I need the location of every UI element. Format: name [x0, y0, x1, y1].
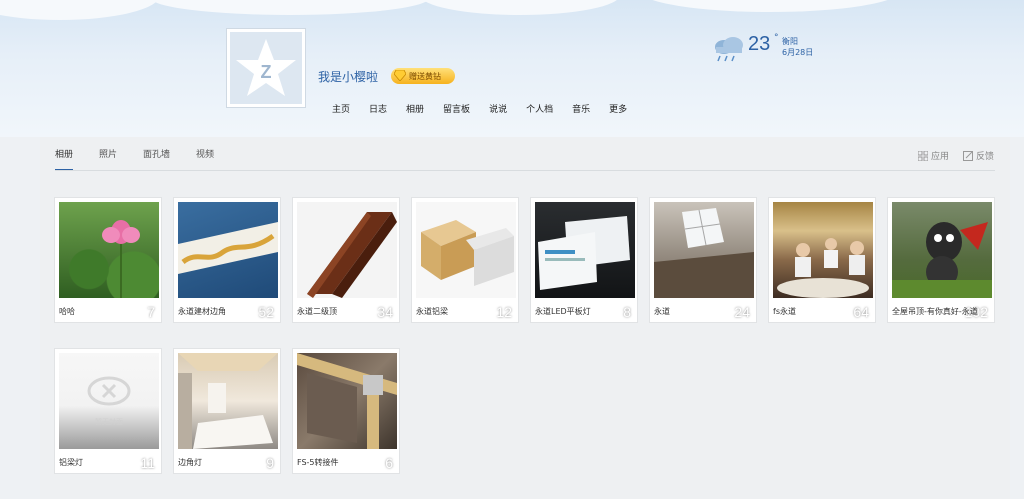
album-name[interactable]: 永道二级顶	[297, 306, 399, 317]
trim-image	[178, 222, 278, 274]
album-cover: 暂无封面	[59, 353, 159, 449]
wood-profile-image	[307, 212, 397, 298]
weather-widget[interactable]: 23 ° 衡阳 6月28日	[712, 33, 832, 63]
grid-icon	[917, 150, 928, 161]
bedroom-image	[178, 353, 278, 449]
ceiling-light-image	[654, 208, 754, 298]
feedback-button[interactable]: 反馈	[962, 149, 994, 162]
album-card[interactable]: 6 FS-5转接件	[292, 348, 400, 474]
nav-guestbook[interactable]: 留言板	[443, 102, 470, 115]
album-card[interactable]: 52 永道建材边角	[173, 197, 281, 323]
profile-header: Z 我是小樱啦 赠送黄钻 主页 日志 相册 留言板 说说 个人档 音乐 更多 2…	[0, 0, 1024, 137]
album-name[interactable]: 哈哈	[59, 306, 161, 317]
album-name[interactable]: fs永道	[773, 306, 875, 317]
nav-more[interactable]: 更多	[609, 102, 627, 115]
album-cover	[416, 202, 516, 298]
feedback-label: 反馈	[975, 152, 994, 162]
album-card[interactable]: 12 永道铝梁	[411, 197, 519, 323]
album-tabs: 相册 照片 面孔墙 视频	[55, 147, 240, 171]
cloud-decoration	[150, 0, 430, 15]
cloud-decoration	[420, 0, 620, 15]
weather-degree: °	[774, 33, 779, 43]
album-name[interactable]: 铝梁灯	[59, 457, 161, 468]
diamond-icon	[394, 70, 406, 81]
vip-label: 赠送黄钻	[409, 71, 441, 81]
cloud-decoration	[0, 0, 160, 20]
tab-albums[interactable]: 相册	[55, 147, 74, 171]
no-cover-eye-icon	[87, 376, 131, 406]
nav-home[interactable]: 主页	[332, 102, 350, 115]
weather-temperature: 23	[748, 33, 771, 55]
album-card[interactable]: 102 全屋吊顶-有你真好-永道	[887, 197, 995, 323]
album-card[interactable]: 8 永道LED平板灯	[530, 197, 638, 323]
main-nav: 主页 日志 相册 留言板 说说 个人档 音乐 更多	[332, 102, 646, 115]
lotus-image	[102, 220, 140, 298]
cloud-decoration	[640, 0, 900, 12]
avatar[interactable]: Z	[226, 28, 306, 108]
album-card[interactable]: 34 永道二级顶	[292, 197, 400, 323]
nav-album[interactable]: 相册	[406, 102, 424, 115]
album-card[interactable]: 暂无封面 11 铝梁灯	[54, 348, 162, 474]
banquet-image	[777, 238, 869, 298]
album-cover	[773, 202, 873, 298]
rain-cloud-icon	[715, 37, 743, 62]
weather-city: 衡阳	[782, 37, 798, 46]
album-cover	[178, 202, 278, 298]
album-cover	[297, 202, 397, 298]
album-name[interactable]: 永道LED平板灯	[535, 306, 637, 317]
album-name[interactable]: FS-5转接件	[297, 457, 399, 468]
tab-divider	[55, 170, 995, 171]
nav-blog[interactable]: 日志	[369, 102, 387, 115]
album-panel: 相册 照片 面孔墙 视频 应用 反馈 7 哈哈 52 永道建材边角 34 永道二…	[40, 137, 1010, 499]
album-cover	[297, 353, 397, 449]
album-card[interactable]: 7 哈哈	[54, 197, 162, 323]
panel-tools: 应用 反馈	[917, 149, 994, 162]
album-card[interactable]: 24 永道	[649, 197, 757, 323]
tab-videos[interactable]: 视频	[196, 147, 214, 171]
nav-moments[interactable]: 说说	[489, 102, 507, 115]
beam-image	[421, 220, 514, 286]
album-name[interactable]: 永道铝梁	[416, 306, 518, 317]
album-card[interactable]: 9 边角灯	[173, 348, 281, 474]
album-name[interactable]: 全屋吊顶-有你真好-永道	[892, 306, 994, 317]
apps-label: 应用	[930, 152, 949, 162]
album-cover	[59, 202, 159, 298]
tab-face-wall[interactable]: 面孔墙	[143, 147, 170, 171]
edit-icon	[962, 150, 973, 161]
nav-profile[interactable]: 个人档	[526, 102, 553, 115]
album-name[interactable]: 边角灯	[178, 457, 280, 468]
album-name[interactable]: 永道建材边角	[178, 306, 280, 317]
album-cover	[178, 353, 278, 449]
album-name[interactable]: 永道	[654, 306, 756, 317]
nav-music[interactable]: 音乐	[572, 102, 590, 115]
album-card[interactable]: 64 fs永道	[768, 197, 876, 323]
plush-toy-image	[892, 222, 992, 298]
connector-image	[297, 353, 397, 449]
weather-date: 6月28日	[782, 48, 814, 57]
username[interactable]: 我是小樱啦	[318, 68, 378, 85]
led-panel-box-image	[538, 216, 630, 290]
album-cover	[535, 202, 635, 298]
tab-photos[interactable]: 照片	[99, 147, 117, 171]
album-cover	[892, 202, 992, 298]
qzone-star-icon: Z	[236, 39, 296, 96]
album-cover	[654, 202, 754, 298]
svg-text:Z: Z	[261, 62, 272, 82]
apps-button[interactable]: 应用	[917, 149, 949, 162]
no-cover-label: 暂无封面	[95, 418, 123, 426]
gift-vip-badge[interactable]: 赠送黄钻	[391, 68, 455, 84]
